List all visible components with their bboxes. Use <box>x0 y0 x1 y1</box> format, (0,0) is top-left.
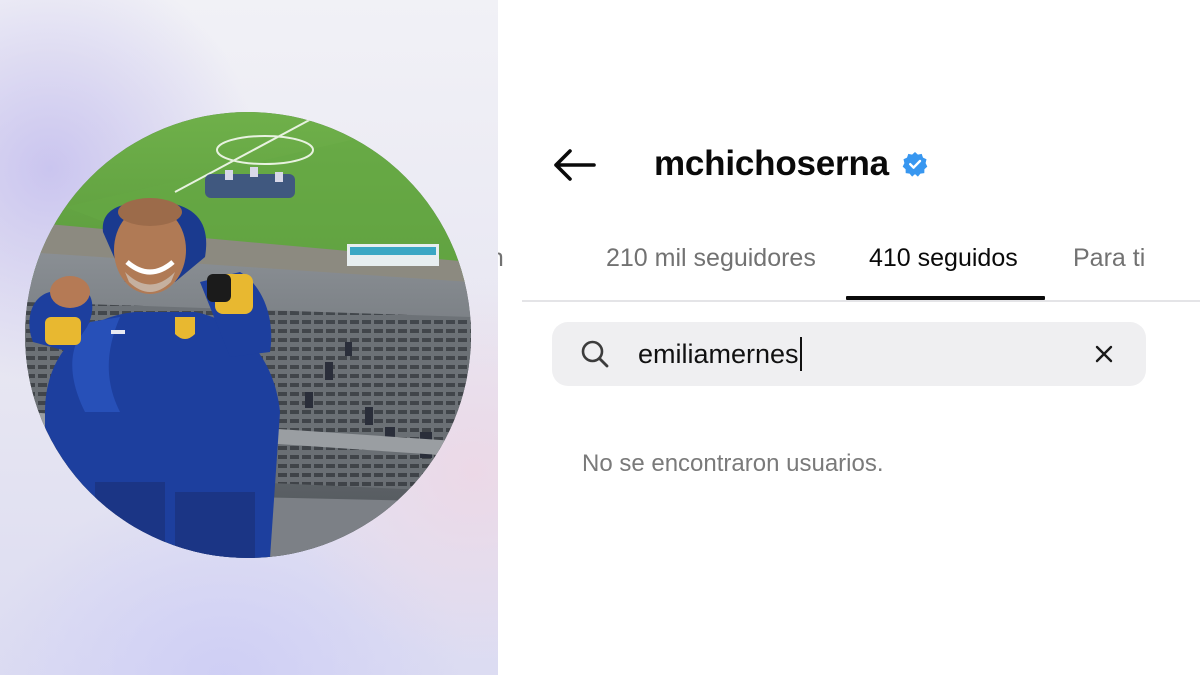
tab-for-you[interactable]: Para ti <box>1073 232 1145 284</box>
profile-header: mchichoserna <box>654 140 928 188</box>
avatar <box>25 112 471 558</box>
search-input-value: emiliamernes <box>638 339 799 369</box>
arrow-left-icon <box>554 149 596 181</box>
empty-results-message: No se encontraron usuarios. <box>582 450 884 477</box>
search-input[interactable]: emiliamernes <box>638 334 1078 374</box>
verified-badge-icon <box>902 151 928 177</box>
tab-following[interactable]: 410 seguidos <box>869 232 1018 284</box>
right-panel: mchichoserna ún 210 mil seguidores 410 s… <box>498 0 1200 675</box>
active-tab-indicator <box>846 296 1045 300</box>
profile-photo <box>25 112 471 558</box>
left-panel <box>0 0 498 675</box>
username: mchichoserna <box>654 144 889 183</box>
tab-divider <box>522 300 1200 302</box>
tab-common-label: ún <box>498 244 504 272</box>
tab-followers[interactable]: 210 mil seguidores <box>606 232 816 284</box>
search-icon <box>580 339 610 369</box>
tab-bar: ún 210 mil seguidores 410 seguidos Para … <box>498 232 1200 302</box>
back-button[interactable] <box>550 143 598 187</box>
close-icon[interactable] <box>1092 342 1116 366</box>
search-bar[interactable]: emiliamernes <box>552 322 1146 386</box>
text-caret <box>799 337 802 371</box>
tab-common[interactable]: ún <box>498 232 560 284</box>
